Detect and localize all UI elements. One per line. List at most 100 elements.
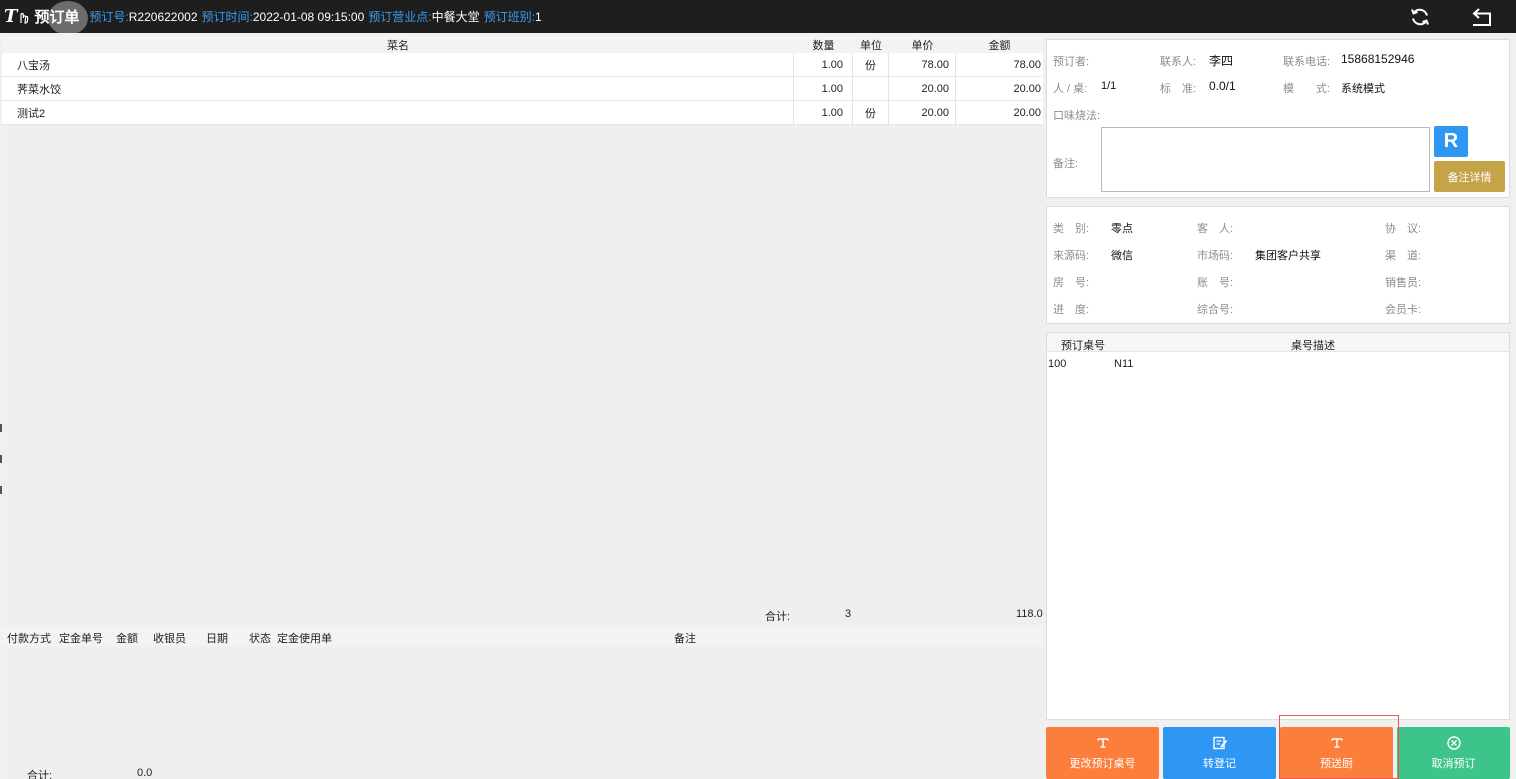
people-label: 人 / 桌: <box>1053 83 1088 95</box>
shift: 1 <box>534 9 542 24</box>
order-no-label: 预订号: <box>89 10 129 24</box>
mode-value: 系统模式 <box>1341 83 1385 95</box>
col-price: 单价 <box>911 39 934 52</box>
refresh-icon[interactable] <box>1408 5 1432 29</box>
cancel-circle-icon <box>1446 736 1461 750</box>
dish-qty: 1.00 <box>794 77 853 100</box>
table-row[interactable]: 100 N11 <box>1047 358 1509 374</box>
dish-price: 20.00 <box>889 101 956 124</box>
standard-value: 0.0/1 <box>1209 79 1236 93</box>
booked-tables-panel: 预订桌号 桌号描述 100 N11 <box>1046 332 1510 720</box>
col-qty: 数量 <box>812 39 835 52</box>
outlet: 中餐大堂 <box>431 10 480 24</box>
remark-textarea[interactable] <box>1101 127 1430 192</box>
transfer-label: 转登记 <box>1203 758 1236 770</box>
col-table-desc: 桌号描述 <box>1291 340 1335 352</box>
dish-name: 荠菜水饺 <box>2 77 794 100</box>
shift-label: 预订班别: <box>483 10 535 24</box>
phone-value: 15868152946 <box>1341 52 1415 66</box>
col-deposit-usage: 定金使用单 <box>277 633 332 645</box>
channel-label: 渠 道: <box>1385 250 1422 262</box>
progress-label: 进 度: <box>1053 304 1090 316</box>
dish-price: 78.00 <box>889 53 956 76</box>
app-logo: T 预订单 <box>4 0 88 35</box>
category-value: 零点 <box>1111 223 1133 235</box>
taste-label: 口味烧法: <box>1053 110 1101 122</box>
pay-total-amount: 0.0 <box>137 767 153 779</box>
send-kitchen-button[interactable]: 预送厨 <box>1280 727 1393 779</box>
dish-amount: 20.00 <box>1013 106 1041 119</box>
col-cashier: 收银员 <box>153 633 186 645</box>
source-label: 来源码: <box>1053 250 1090 262</box>
contact-value: 李四 <box>1209 54 1234 68</box>
payment-table-header: 付款方式 定金单号 金额 收银员 日期 状态 定金使用单 备注 <box>2 627 1043 646</box>
dish-unit: 份 <box>853 101 889 124</box>
time-label: 预订时间: <box>201 10 253 24</box>
table-no: 100 <box>1048 358 1067 370</box>
dish-qty: 1.00 <box>794 53 853 76</box>
table-row[interactable]: 测试2 1.00 份 20.00 20.00 <box>2 101 1043 125</box>
col-deposit-no: 定金单号 <box>59 633 103 645</box>
cancel-booking-button[interactable]: 取消预订 <box>1397 727 1510 779</box>
member-label: 会员卡: <box>1385 304 1422 316</box>
touch-indicator <box>48 1 88 35</box>
cancel-booking-label: 取消预订 <box>1431 758 1476 770</box>
dish-price: 20.00 <box>889 77 956 100</box>
back-icon[interactable] <box>1470 5 1494 29</box>
order-info: 预订号: R220622002 预订时间: 2022-01-08 09:15:0… <box>85 8 541 25</box>
remark-label: 备注: <box>1053 158 1079 170</box>
dish-qty: 1.00 <box>794 101 853 124</box>
col-amount: 金额 <box>988 39 1011 52</box>
guest-label: 客 人: <box>1197 223 1234 235</box>
source-value: 微信 <box>1111 250 1133 262</box>
table-row[interactable]: 荠菜水饺 1.00 20.00 20.00 <box>2 77 1043 101</box>
composite-label: 综合号: <box>1197 304 1234 316</box>
text-t-icon <box>1330 738 1343 748</box>
dish-amount: 20.00 <box>1013 82 1041 95</box>
remark-detail-button[interactable]: 备注详情 <box>1434 161 1505 192</box>
booker-info-panel: 预订者: 联系人: 李四 联系电话: 15868152946 人 / 桌: 1/… <box>1046 39 1510 198</box>
col-table-no: 预订桌号 <box>1061 340 1105 352</box>
title-bar: T 预订单 预订号: R220622002 预订时间: 2022-01-08 0… <box>0 0 1516 35</box>
booker-label: 预订者: <box>1053 56 1090 68</box>
payment-table: 付款方式 定金单号 金额 收银员 日期 状态 定金使用单 备注 合计: 0.0 <box>2 627 1043 779</box>
category-label: 类 别: <box>1053 223 1090 235</box>
market-value: 集团客户共享 <box>1255 250 1321 262</box>
dish-amount: 78.00 <box>1013 58 1041 71</box>
booked-tables-header: 预订桌号 桌号描述 <box>1047 333 1509 352</box>
order-details-panel: 类 别: 零点 客 人: 协 议: 来源码: 微信 市场码: 集团客户共享 渠 … <box>1046 206 1510 324</box>
room-label: 房 号: <box>1053 277 1090 289</box>
change-table-label: 更改预订桌号 <box>1069 758 1136 770</box>
col-status: 状态 <box>249 633 271 645</box>
text-t-icon <box>1096 738 1109 748</box>
col-pay-amount: 金额 <box>116 633 138 645</box>
dish-table: 菜名 数量 单位 单价 金额 八宝汤 1.00 份 78.00 78.00 荠菜… <box>2 36 1043 624</box>
col-unit: 单位 <box>860 39 882 52</box>
phone-label: 联系电话: <box>1283 56 1331 68</box>
people-value: 1/1 <box>1101 80 1117 92</box>
total-qty: 3 <box>845 608 852 620</box>
dish-unit <box>853 77 889 100</box>
transfer-button[interactable]: 转登记 <box>1163 727 1276 779</box>
market-label: 市场码: <box>1197 250 1234 262</box>
col-dish-name: 菜名 <box>387 39 409 52</box>
col-date: 日期 <box>206 633 228 645</box>
mode-label: 模 式: <box>1283 83 1331 95</box>
dish-name: 测试2 <box>2 101 794 124</box>
dish-name: 八宝汤 <box>2 53 794 76</box>
account-label: 账 号: <box>1197 277 1234 289</box>
send-kitchen-label: 预送厨 <box>1320 758 1353 770</box>
table-desc: N11 <box>1114 358 1134 370</box>
col-pay-method: 付款方式 <box>7 633 51 645</box>
table-row[interactable]: 八宝汤 1.00 份 78.00 78.00 <box>2 53 1043 77</box>
order-time: 2022-01-08 09:15:00 <box>252 9 365 24</box>
logo-mark: T <box>4 6 17 27</box>
change-table-button[interactable]: 更改预订桌号 <box>1046 727 1159 779</box>
pay-total-label: 合计: <box>27 770 53 779</box>
total-amount: 118.0 <box>1016 608 1043 620</box>
outlet-label: 预订营业点: <box>368 10 432 24</box>
dish-table-header: 菜名 数量 单位 单价 金额 <box>2 36 1043 53</box>
order-no: R220622002 <box>128 9 198 24</box>
r-button[interactable]: R <box>1434 126 1468 157</box>
dish-unit: 份 <box>853 53 889 76</box>
